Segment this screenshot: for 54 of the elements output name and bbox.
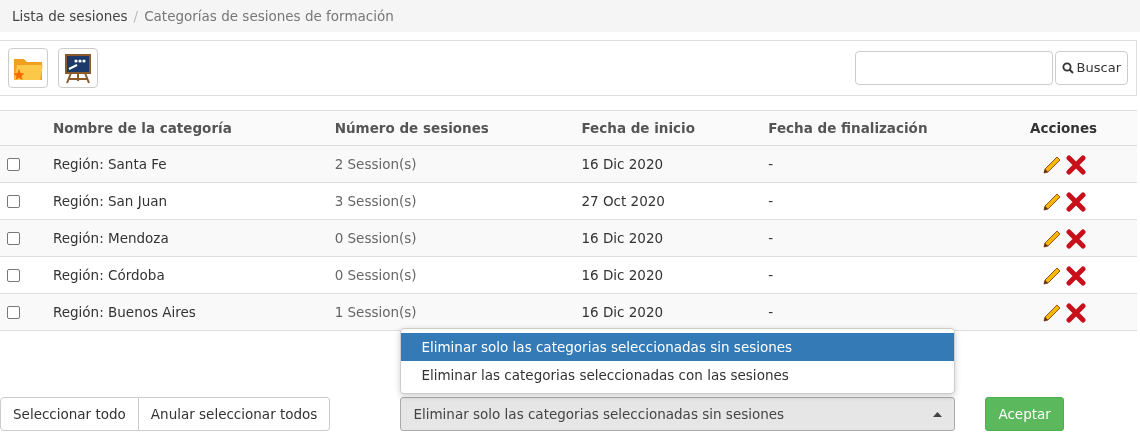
session-count: 2 Session(s) <box>334 155 417 172</box>
select-button[interactable]: Anular seleccionar todos <box>138 397 331 431</box>
search-icon <box>1061 62 1074 74</box>
end-date: - <box>768 303 774 320</box>
breadcrumb-current: Categorías de sesiones de formación <box>144 6 394 26</box>
chalkboard-icon <box>63 52 93 84</box>
end-date: - <box>768 229 774 246</box>
row-checkbox[interactable] <box>7 158 20 172</box>
end-date: - <box>768 266 774 283</box>
pencil-icon[interactable] <box>1041 191 1062 212</box>
start-date: 16 Dic 2020 <box>581 155 664 172</box>
delete-icon[interactable] <box>1065 154 1086 175</box>
breadcrumb-link[interactable]: Lista de sesiones <box>12 5 128 27</box>
search-field[interactable] <box>854 51 1053 85</box>
session-count: 1 Session(s) <box>334 303 417 320</box>
pencil-icon[interactable] <box>1041 228 1062 249</box>
session-count: 0 Session(s) <box>334 266 417 283</box>
dropdown-option[interactable]: Eliminar solo las categorias seleccionadas sin sesiones <box>401 332 955 361</box>
session-count: 0 Session(s) <box>334 229 417 246</box>
column-header: Nombre de la categoría <box>52 119 232 136</box>
delete-icon[interactable] <box>1065 228 1086 249</box>
start-date: 16 Dic 2020 <box>581 266 664 283</box>
select-button[interactable]: Seleccionar todo <box>0 397 139 431</box>
row-checkbox[interactable] <box>7 306 20 320</box>
category-name: Región: Santa Fe <box>52 155 167 172</box>
category-name: Región: San Juan <box>52 192 168 209</box>
search-button[interactable]: Buscar <box>1054 51 1128 85</box>
session-count: 3 Session(s) <box>334 192 417 209</box>
course-button[interactable] <box>58 48 98 88</box>
pencil-icon[interactable] <box>1041 302 1062 323</box>
pencil-icon[interactable] <box>1041 265 1062 286</box>
column-header: Acciones <box>1029 119 1098 136</box>
delete-icon[interactable] <box>1065 191 1086 212</box>
row-checkbox[interactable] <box>7 269 20 283</box>
action-select[interactable]: Eliminar solo las categorias seleccionadas sin sesiones <box>400 397 956 431</box>
end-date: - <box>768 155 774 172</box>
column-header: Fecha de inicio <box>581 119 695 136</box>
start-date: 16 Dic 2020 <box>581 303 664 320</box>
start-date: 16 Dic 2020 <box>581 229 664 246</box>
pencil-icon[interactable] <box>1041 154 1062 175</box>
end-date: - <box>768 192 774 209</box>
start-date: 27 Oct 2020 <box>581 192 665 209</box>
add-category-button[interactable] <box>8 48 48 88</box>
column-header: Número de sesiones <box>334 119 489 136</box>
breadcrumb-separator: / <box>133 6 139 26</box>
category-name: Región: Buenos Aires <box>52 303 196 320</box>
row-checkbox[interactable] <box>7 232 20 246</box>
delete-icon[interactable] <box>1065 265 1086 286</box>
row-checkbox[interactable] <box>7 195 20 209</box>
category-name: Región: Mendoza <box>52 229 169 246</box>
delete-icon[interactable] <box>1065 302 1086 323</box>
dropdown-option[interactable]: Eliminar las categorias seleccionadas con las sesiones <box>401 360 955 389</box>
category-name: Región: Córdoba <box>52 266 165 283</box>
column-header: Fecha de finalización <box>768 119 928 136</box>
